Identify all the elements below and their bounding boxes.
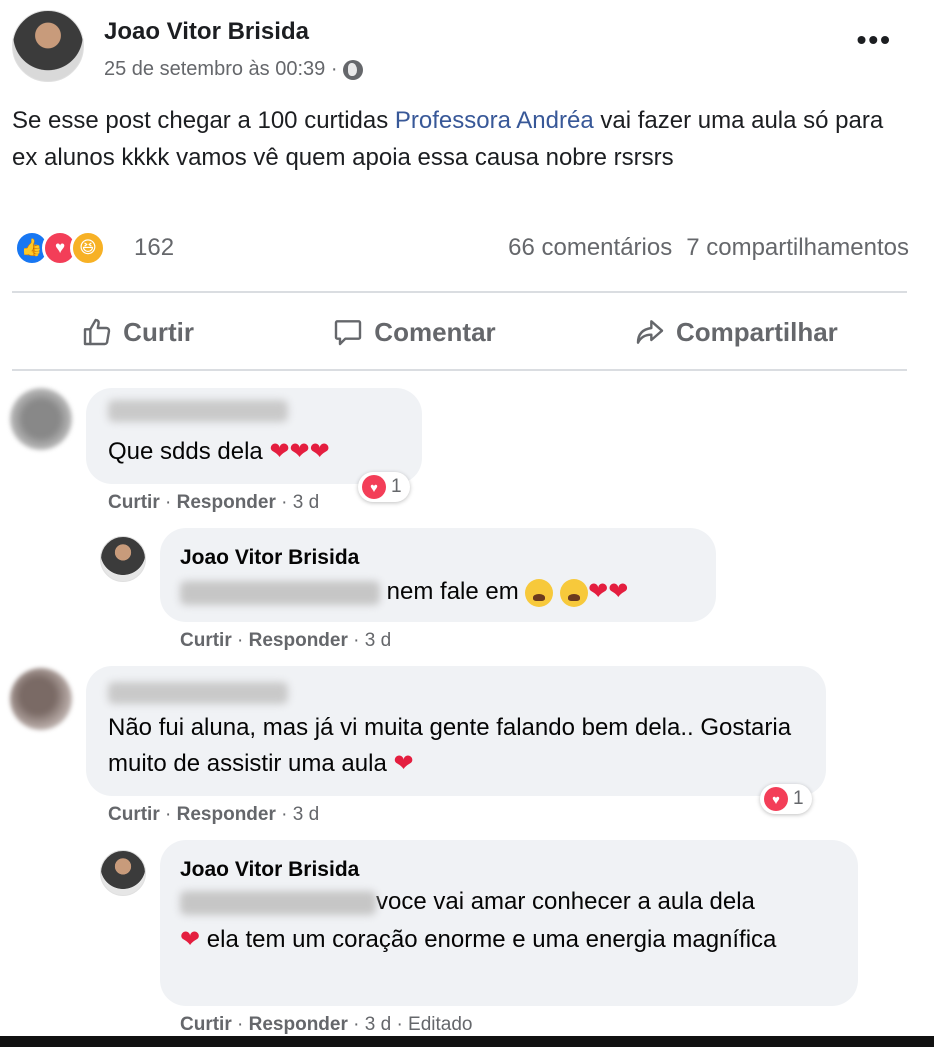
comment-text: Que sdds dela ❤❤❤ — [108, 438, 330, 465]
post-header: Joao Vitor Brisida 25 de setembro às 00:… — [12, 10, 912, 90]
author-name[interactable]: Joao Vitor Brisida — [104, 18, 309, 46]
post-actions: Curtir Comentar Compartilhar — [12, 295, 907, 369]
comment-text: Não fui aluna, mas já vi muita gente fal… — [108, 714, 792, 777]
comment-actions: Curtir · Responder · 3 d — [108, 492, 320, 513]
reply-text-body: nem fale em — [380, 578, 526, 605]
author-avatar[interactable] — [12, 10, 84, 82]
bottom-border — [0, 1036, 934, 1047]
reply-author-avatar[interactable] — [100, 536, 146, 582]
reply-hearts: ❤❤ — [588, 578, 629, 605]
share-icon — [636, 320, 664, 344]
commenter-name-blurred[interactable] — [108, 400, 288, 422]
comment-time[interactable]: · 3 d — [281, 492, 319, 513]
comment-reply-link[interactable]: Responder — [177, 492, 276, 513]
crying-emoji-icon — [560, 578, 589, 607]
commenter-name-blurred[interactable] — [108, 682, 288, 704]
reply-time[interactable]: · 3 d — [353, 630, 391, 651]
reply-actions: Curtir · Responder · 3 d — [180, 630, 392, 651]
divider — [12, 291, 907, 293]
tagged-name-blurred[interactable] — [180, 890, 376, 915]
comment-reactions[interactable]: ♥ 1 — [760, 784, 812, 814]
reply-bubble: Joao Vitor Brisida voce vai amar conhece… — [160, 840, 858, 1006]
reply-reply-link[interactable]: Responder — [249, 630, 348, 651]
reply-author-avatar[interactable] — [100, 850, 146, 896]
comment-icon — [335, 320, 362, 346]
reaction-icons[interactable]: 👍 ♥ 😆 — [14, 230, 106, 266]
thumbs-up-icon — [83, 318, 111, 346]
reply-text: nem fale em ❤❤ — [180, 574, 628, 610]
commenter-avatar[interactable] — [10, 668, 72, 730]
comment-bubble: Que sdds dela ❤❤❤ — [86, 388, 422, 484]
like-button[interactable]: Curtir — [81, 316, 194, 348]
reply-reply-link[interactable]: Responder — [249, 1014, 348, 1035]
reply-time[interactable]: · 3 d · Editado — [353, 1014, 472, 1035]
comment-reactions[interactable]: ♥ 1 — [358, 472, 410, 502]
share-button[interactable]: Compartilhar — [634, 316, 838, 348]
comment-time[interactable]: · 3 d — [281, 804, 319, 825]
commenter-avatar[interactable] — [10, 388, 72, 450]
crying-emoji-icon — [525, 578, 554, 607]
post-text-start: Se esse post chegar a 100 curtidas — [12, 107, 395, 134]
reply-text-body: voce vai amar conhecer a aula dela — [376, 888, 755, 915]
comment-button[interactable]: Comentar — [332, 316, 496, 348]
divider — [12, 369, 907, 371]
reactions-row: 👍 ♥ 😆 162 66 comentários 7 compartilhame… — [14, 230, 909, 274]
reply-author-name[interactable]: Joao Vitor Brisida — [180, 546, 359, 570]
reply-text-line: voce vai amar conhecer a aula dela — [180, 884, 755, 920]
more-options-button[interactable]: ••• — [857, 26, 892, 54]
like-label: Curtir — [123, 316, 194, 347]
reply-like-link[interactable]: Curtir — [180, 1014, 232, 1035]
comment-label: Comentar — [374, 316, 496, 347]
reaction-count[interactable]: 162 — [134, 234, 174, 262]
post-date[interactable]: 25 de setembro às 00:39 · — [104, 58, 337, 81]
comment-actions: Curtir · Responder · 3 d — [108, 804, 320, 825]
comment-reaction-count: 1 — [391, 476, 402, 497]
reply-actions: Curtir · Responder · 3 d · Editado — [180, 1014, 473, 1035]
share-label: Compartilhar — [676, 316, 838, 347]
post-counts: 66 comentários 7 compartilhamentos — [508, 234, 909, 262]
post-meta: 25 de setembro às 00:39 · — [104, 58, 364, 81]
comment-like-link[interactable]: Curtir — [108, 804, 160, 825]
haha-icon: 😆 — [70, 230, 106, 266]
post-text: Se esse post chegar a 100 curtidas Profe… — [12, 102, 902, 176]
tagged-name-blurred[interactable] — [180, 580, 380, 605]
comment-reaction-count: 1 — [793, 788, 804, 809]
reply-author-name[interactable]: Joao Vitor Brisida — [180, 858, 359, 882]
love-icon: ♥ — [764, 787, 788, 811]
comment-bubble: Não fui aluna, mas já vi muita gente fal… — [86, 666, 826, 796]
reply-bubble: Joao Vitor Brisida nem fale em ❤❤ — [160, 528, 716, 622]
comments-count[interactable]: 66 comentários — [508, 234, 672, 262]
love-icon: ♥ — [362, 475, 386, 499]
reply-like-link[interactable]: Curtir — [180, 630, 232, 651]
globe-icon — [343, 59, 364, 80]
comment-like-link[interactable]: Curtir — [108, 492, 160, 513]
reply-text-continued: ❤ ela tem um coração enorme e uma energi… — [180, 926, 777, 953]
mention-link[interactable]: Professora Andréa — [395, 107, 594, 134]
comment-reply-link[interactable]: Responder — [177, 804, 276, 825]
shares-count[interactable]: 7 compartilhamentos — [686, 234, 909, 262]
